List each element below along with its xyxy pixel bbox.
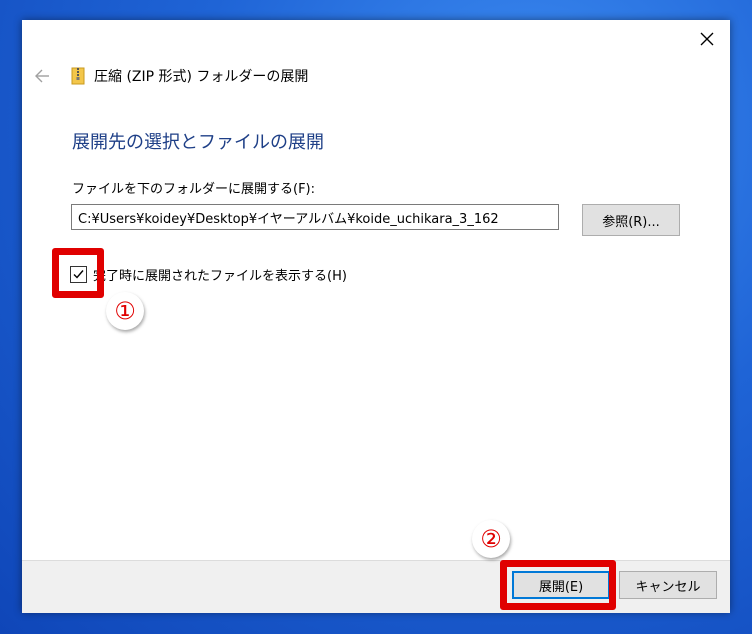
close-icon	[700, 32, 714, 46]
dialog-titlebar: 圧縮 (ZIP 形式) フォルダーの展開	[32, 64, 308, 88]
back-arrow-icon	[35, 69, 49, 83]
show-files-option[interactable]: 完了時に展開されたファイルを表示する(H)	[70, 265, 347, 284]
extract-dialog: 圧縮 (ZIP 形式) フォルダーの展開 展開先の選択とファイルの展開 ファイル…	[22, 20, 730, 613]
close-button[interactable]	[692, 24, 722, 54]
destination-path-input[interactable]	[71, 204, 559, 230]
back-button[interactable]	[32, 66, 52, 86]
page-heading: 展開先の選択とファイルの展開	[72, 132, 324, 153]
highlight-box-checkbox	[52, 248, 104, 298]
browse-button[interactable]: 参照(R)...	[582, 204, 680, 236]
step-marker-1: ①	[106, 292, 144, 330]
zip-folder-icon	[70, 67, 86, 85]
step-marker-2: ②	[472, 520, 510, 558]
highlight-box-extract	[500, 560, 616, 610]
show-files-label: 完了時に展開されたファイルを表示する(H)	[93, 269, 347, 284]
cancel-button[interactable]: キャンセル	[619, 571, 717, 599]
destination-label: ファイルを下のフォルダーに展開する(F):	[72, 182, 316, 197]
dialog-title: 圧縮 (ZIP 形式) フォルダーの展開	[94, 69, 309, 85]
